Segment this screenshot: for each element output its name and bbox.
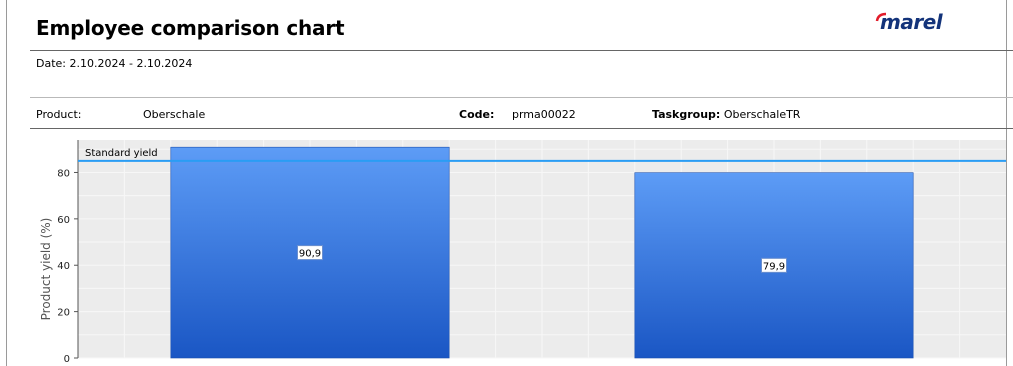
y-tick-label: 80	[57, 168, 70, 179]
yield-chart: 0 20 40 60 80 Standard yield Product yield (…	[30, 140, 1007, 366]
y-axis-ticks: 0 20 40 60 80	[57, 168, 78, 365]
taskgroup-value: OberschaleTR	[723, 108, 801, 121]
info-divider	[30, 128, 1013, 129]
frame-left-border	[6, 0, 7, 366]
standard-yield-label: Standard yield	[85, 148, 158, 159]
title-divider	[30, 50, 1013, 51]
taskgroup: Taskgroup: OberschaleTR	[652, 108, 800, 121]
y-tick-label: 40	[57, 261, 70, 272]
logo-text: marel	[880, 10, 943, 34]
date-divider	[30, 97, 1013, 98]
product-value: Oberschale	[143, 108, 206, 121]
product-label: Product:	[36, 108, 82, 121]
y-tick-label: 60	[57, 215, 70, 226]
chart-svg: 0 20 40 60 80 Standard yield Product yield (…	[39, 140, 1006, 365]
date-range: Date: 2.10.2024 - 2.10.2024	[36, 57, 193, 70]
y-tick-label: 0	[64, 354, 70, 365]
data-label: 90,9	[299, 249, 321, 260]
data-label: 79,9	[763, 261, 785, 272]
taskgroup-label: Taskgroup:	[652, 108, 721, 121]
y-tick-label: 20	[57, 308, 70, 319]
code-label: Code:	[459, 108, 495, 121]
y-axis-label: Product yield (%)	[39, 218, 53, 321]
report-page: Employee comparison chart marel Date: 2.…	[0, 0, 1013, 366]
report-title: Employee comparison chart	[36, 16, 345, 40]
code-value: prma00022	[512, 108, 576, 121]
